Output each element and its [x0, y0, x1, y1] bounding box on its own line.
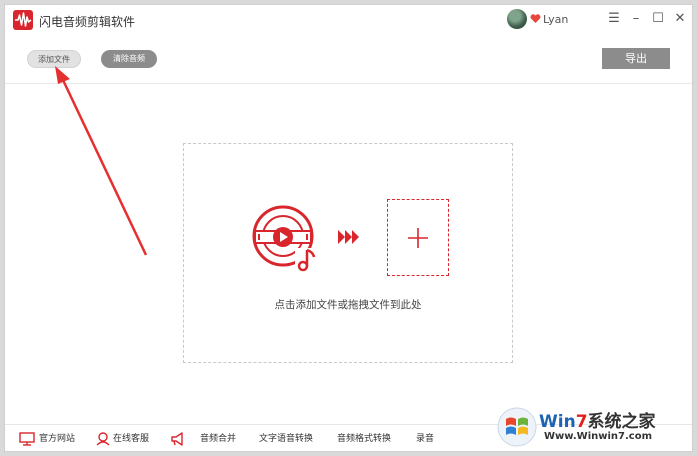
official-site-link[interactable]: 官方网站 [19, 432, 81, 446]
file-drop-zone[interactable]: 点击添加文件或拖拽文件到此处 [183, 143, 513, 363]
close-icon[interactable]: ✕ [671, 10, 689, 28]
add-file-box[interactable] [387, 199, 449, 276]
title-bar: 闪电音频剪辑软件 Lyan ☰ – ☐ ✕ [5, 5, 692, 35]
text-to-speech-label: 文字语音转换 [259, 434, 314, 444]
online-support-label: 在线客服 [113, 434, 150, 444]
audio-merge-label: 音频合并 [200, 434, 237, 444]
support-icon [96, 432, 110, 446]
export-button[interactable]: 导出 [602, 48, 670, 69]
toolbar-divider [5, 83, 692, 84]
official-site-label: 官方网站 [39, 434, 76, 444]
user-avatar[interactable] [507, 9, 527, 29]
plus-icon [408, 228, 428, 248]
forward-arrows-icon [338, 230, 359, 244]
user-name[interactable]: Lyan [543, 13, 568, 26]
watermark-brand: Win7系统之家 [539, 412, 656, 432]
add-file-button[interactable]: 添加文件 [27, 50, 81, 68]
format-convert-link[interactable]: 音频格式转换 [337, 432, 401, 446]
clear-audio-button[interactable]: 清除音频 [101, 50, 157, 68]
app-title: 闪电音频剪辑软件 [39, 15, 136, 29]
site-watermark: Win7系统之家 Www.Winwin7.com [497, 405, 693, 453]
app-window: 闪电音频剪辑软件 Lyan ☰ – ☐ ✕ 添加文件 清除音频 导出 点击添加文… [4, 4, 693, 452]
minimize-icon[interactable]: – [627, 10, 645, 28]
format-convert-label: 音频格式转换 [337, 434, 392, 444]
megaphone-icon [171, 432, 183, 446]
app-logo-icon [13, 10, 33, 30]
record-link[interactable]: 录音 [416, 432, 440, 446]
maximize-icon[interactable]: ☐ [649, 10, 667, 28]
vip-heart-icon [530, 14, 541, 23]
windows-logo-icon [497, 407, 537, 447]
record-label: 录音 [416, 434, 435, 444]
text-to-speech-link[interactable]: 文字语音转换 [259, 432, 323, 446]
watermark-url: Www.Winwin7.com [544, 431, 653, 442]
online-support-link[interactable]: 在线客服 [96, 432, 158, 446]
drop-zone-hint: 点击添加文件或拖拽文件到此处 [274, 299, 422, 311]
monitor-icon [19, 432, 35, 446]
menu-icon[interactable]: ☰ [605, 10, 623, 28]
audio-video-icon [252, 205, 317, 272]
audio-merge-link[interactable]: 音频合并 [171, 432, 237, 446]
